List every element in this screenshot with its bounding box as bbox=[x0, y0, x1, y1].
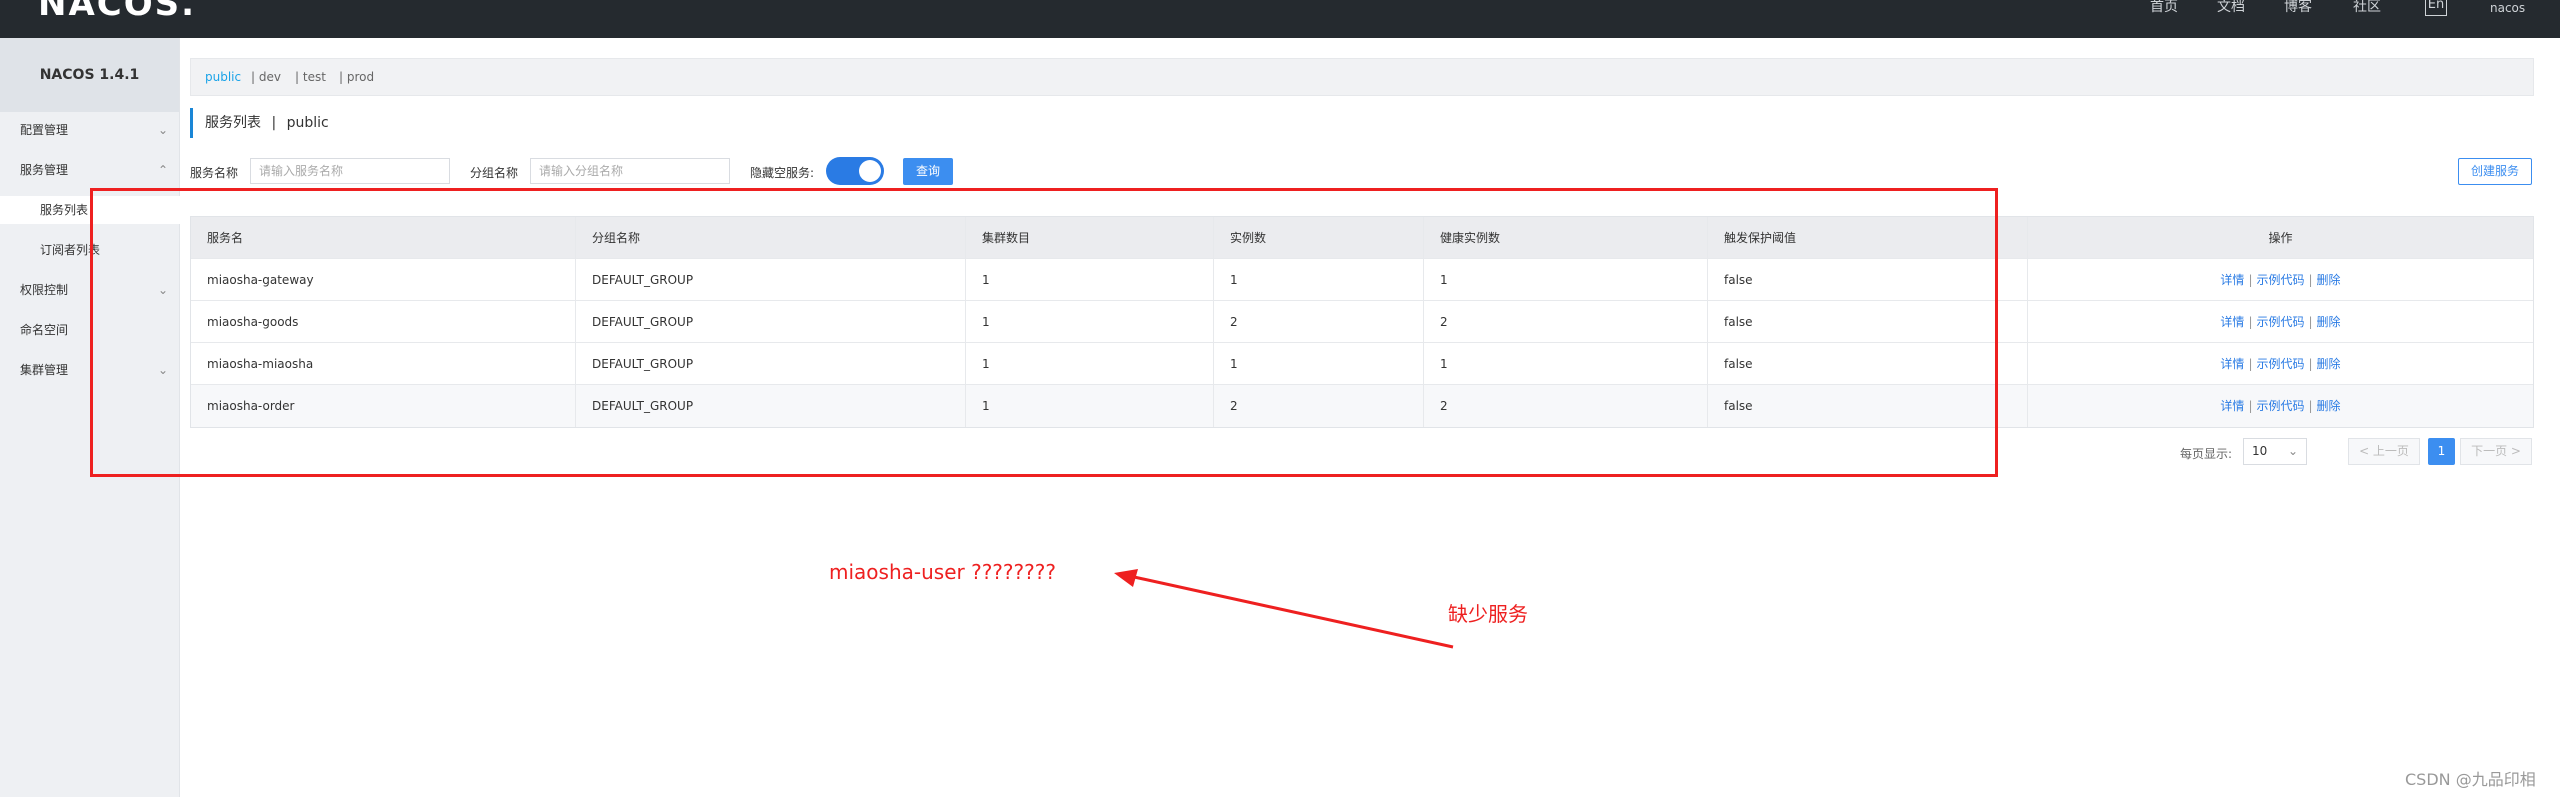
annotation-arrow-icon bbox=[1114, 569, 1454, 649]
arrow-head bbox=[1114, 569, 1138, 587]
csdn-watermark: CSDN @九品印相 bbox=[2405, 770, 2536, 789]
arrow-shaft bbox=[1124, 573, 1454, 649]
